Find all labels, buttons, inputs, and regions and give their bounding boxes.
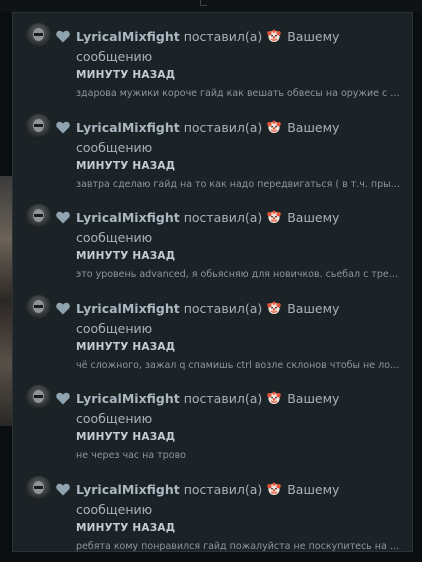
action-text: поставил(а) (183, 210, 263, 225)
clown-face-icon (267, 120, 282, 133)
notification-text: LyricalMixfight поставил(а) Вашему сообщ… (76, 480, 406, 520)
message-preview[interactable]: чё сложного, зажал q спамишь ctrl возле … (76, 360, 401, 371)
timestamp: МИНУТУ НАЗАД (76, 159, 176, 172)
avatar-eyes (34, 304, 43, 308)
username-link[interactable]: LyricalMixfight (76, 29, 180, 44)
notification-item[interactable]: LyricalMixfight поставил(а) Вашему сообщ… (13, 108, 412, 198)
username-link[interactable]: LyricalMixfight (76, 120, 180, 135)
notification-item[interactable]: LyricalMixfight поставил(а) Вашему сообщ… (13, 17, 412, 107)
avatar[interactable] (26, 23, 51, 48)
notifications-panel: LyricalMixfight поставил(а) Вашему сообщ… (12, 12, 413, 552)
heart-icon (56, 211, 70, 224)
top-bar (0, 0, 422, 12)
username-link[interactable]: LyricalMixfight (76, 482, 180, 497)
clown-face-icon (267, 482, 282, 495)
notification-item[interactable]: LyricalMixfight поставил(а) Вашему сообщ… (13, 198, 412, 288)
timestamp: МИНУТУ НАЗАД (76, 250, 176, 262)
clown-face-icon (267, 301, 282, 314)
clown-face-icon (267, 29, 282, 42)
username-link[interactable]: LyricalMixfight (76, 391, 180, 406)
avatar-eyes (34, 214, 43, 217)
avatar-eyes (34, 395, 43, 398)
username-link[interactable]: LyricalMixfight (76, 301, 180, 316)
clown-face-icon (267, 391, 282, 404)
timestamp: МИНУТУ НАЗАД (76, 340, 176, 353)
heart-icon (56, 121, 70, 133)
notification-text: LyricalMixfight поставил(а) Вашему сообщ… (76, 208, 406, 248)
notification-text: LyricalMixfight поставил(а) Вашему сообщ… (76, 389, 406, 429)
message-preview[interactable]: это уровень advanced, я обьясняю для нов… (76, 269, 401, 280)
timestamp: МИНУТУ НАЗАД (76, 431, 176, 443)
heart-icon (56, 302, 70, 314)
heart-icon (56, 392, 70, 405)
action-text: поставил(а) (183, 300, 263, 316)
heart-icon (56, 483, 70, 495)
notification-text: LyricalMixfight поставил(а) Вашему сообщ… (76, 27, 406, 67)
notification-text: LyricalMixfight поставил(а) Вашему сообщ… (76, 118, 406, 158)
avatar-eyes (34, 33, 43, 36)
avatar-eyes (34, 123, 43, 127)
message-preview[interactable]: завтра сделаю гайд на то как надо передв… (76, 179, 401, 190)
action-text: поставил(а) (183, 391, 263, 406)
action-text: поставил(а) (183, 119, 263, 135)
notification-item[interactable]: LyricalMixfight поставил(а) Вашему сообщ… (13, 289, 412, 379)
avatar[interactable] (26, 294, 51, 320)
message-preview[interactable]: здарова мужики короче гайд как вешать об… (76, 88, 401, 99)
message-preview[interactable]: не через час на трово (76, 450, 401, 461)
heart-icon (56, 30, 70, 43)
notification-item[interactable]: LyricalMixfight поставил(а) Вашему сообщ… (13, 379, 412, 469)
avatar[interactable] (26, 113, 51, 139)
avatar[interactable] (26, 475, 51, 501)
action-text: поставил(а) (183, 29, 263, 44)
clown-face-icon (267, 210, 282, 223)
notification-item[interactable]: LyricalMixfight поставил(а) Вашему сообщ… (13, 470, 412, 552)
avatar[interactable] (26, 385, 51, 410)
message-preview[interactable]: ребята кому понравился гайд пожалуйста н… (76, 541, 401, 552)
username-link[interactable]: LyricalMixfight (76, 210, 180, 225)
avatar-eyes (34, 485, 43, 489)
background-image-strip (0, 176, 12, 426)
timestamp: МИНУТУ НАЗАД (76, 521, 176, 534)
notification-text: LyricalMixfight поставил(а) Вашему сообщ… (76, 299, 406, 339)
avatar[interactable] (26, 204, 51, 229)
action-text: поставил(а) (183, 481, 263, 497)
timestamp: МИНУТУ НАЗАД (76, 69, 176, 81)
top-bar-mark (200, 0, 207, 6)
